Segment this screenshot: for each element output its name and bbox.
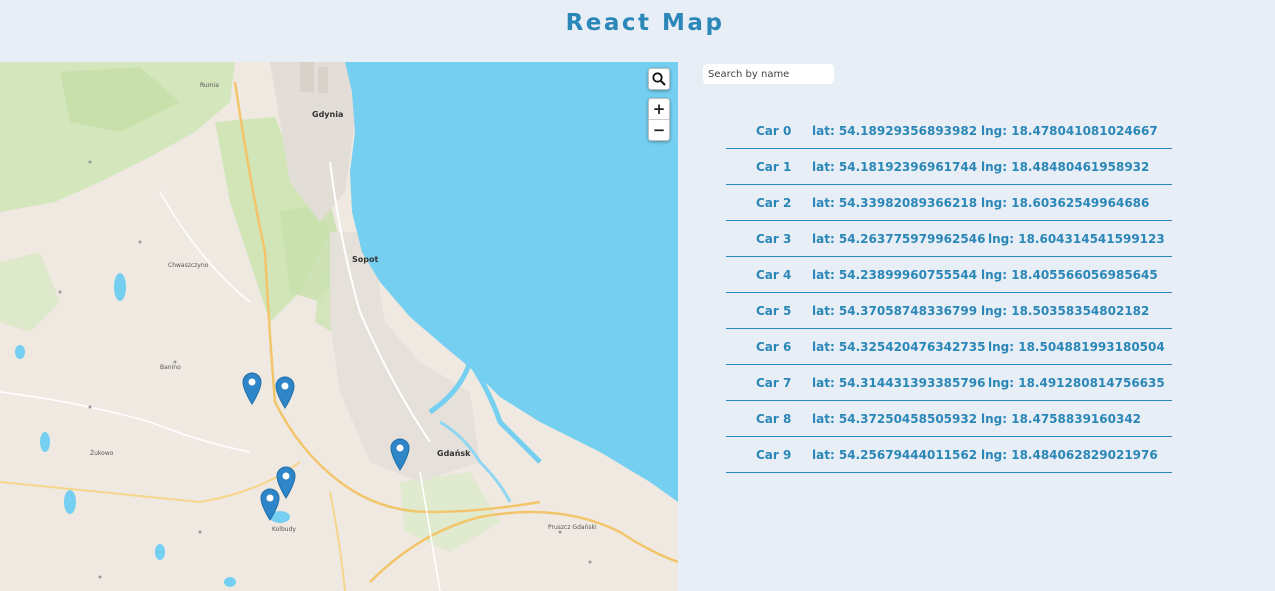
list-item[interactable]: Car 8 lat: 54.37250458505932 lng: 18.475…: [726, 401, 1172, 437]
car-lng: lng: 18.491280814756635: [988, 376, 1165, 390]
car-list: Car 0 lat: 54.18929356893982 lng: 18.478…: [726, 113, 1172, 473]
list-item[interactable]: Car 3 lat: 54.263775979962546 lng: 18.60…: [726, 221, 1172, 257]
car-lat: lat: 54.18192396961744: [812, 160, 978, 174]
list-item[interactable]: Car 5 lat: 54.37058748336799 lng: 18.503…: [726, 293, 1172, 329]
list-item[interactable]: Car 2 lat: 54.33982089366218 lng: 18.603…: [726, 185, 1172, 221]
map-pin-icon[interactable]: [242, 372, 262, 405]
car-lng: lng: 18.4758839160342: [981, 412, 1142, 426]
map-view[interactable]: Gdynia Sopot Gdańsk Żukowo Pruszcz Gdańs…: [0, 62, 678, 591]
car-lat: lat: 54.263775979962546: [812, 232, 986, 246]
car-lng: lng: 18.504881993180504: [988, 340, 1165, 354]
search-input[interactable]: [703, 64, 834, 84]
car-name: Car 2: [756, 196, 792, 210]
list-item[interactable]: Car 6 lat: 54.325420476342735 lng: 18.50…: [726, 329, 1172, 365]
car-lng: lng: 18.478041081024667: [981, 124, 1158, 138]
zoom-control: + −: [648, 98, 670, 141]
page-title: React Map: [565, 10, 725, 36]
list-item[interactable]: Car 1 lat: 54.18192396961744 lng: 18.484…: [726, 149, 1172, 185]
zoom-out-button[interactable]: −: [649, 119, 669, 140]
map-label-chwaszczyno: Chwaszczyno: [168, 262, 209, 269]
car-lng: lng: 18.405566056985645: [981, 268, 1158, 282]
car-name: Car 0: [756, 124, 792, 138]
map-pin-icon[interactable]: [275, 376, 295, 409]
car-name: Car 3: [756, 232, 792, 246]
car-name: Car 6: [756, 340, 792, 354]
car-name: Car 9: [756, 448, 792, 462]
car-lng: lng: 18.50358354802182: [981, 304, 1150, 318]
car-lng: lng: 18.604314541599123: [988, 232, 1165, 246]
car-name: Car 1: [756, 160, 792, 174]
magnifier-icon: [652, 72, 666, 86]
car-name: Car 8: [756, 412, 792, 426]
map-label-banino: Banino: [160, 364, 181, 371]
map-pin-icon[interactable]: [390, 438, 410, 471]
map-label-zukowo: Żukowo: [90, 450, 114, 457]
car-name: Car 4: [756, 268, 792, 282]
map-label-gdansk: Gdańsk: [437, 449, 471, 458]
car-lng: lng: 18.60362549964686: [981, 196, 1150, 210]
car-lat: lat: 54.25679444011562: [812, 448, 978, 462]
map-tiles[interactable]: [0, 62, 678, 591]
zoom-in-button[interactable]: +: [649, 99, 669, 119]
map-label-rumia: Rumia: [200, 82, 219, 89]
map-label-sopot: Sopot: [352, 255, 379, 264]
map-label-gdynia: Gdynia: [312, 110, 344, 119]
map-label-kolbudy: Kolbudy: [272, 526, 296, 533]
car-lat: lat: 54.37250458505932: [812, 412, 978, 426]
car-lng: lng: 18.484062829021976: [981, 448, 1158, 462]
car-lat: lat: 54.314431393385796: [812, 376, 986, 390]
list-item[interactable]: Car 4 lat: 54.23899960755544 lng: 18.405…: [726, 257, 1172, 293]
map-pin-icon[interactable]: [260, 488, 280, 521]
list-item[interactable]: Car 0 lat: 54.18929356893982 lng: 18.478…: [726, 113, 1172, 149]
car-lng: lng: 18.48480461958932: [981, 160, 1150, 174]
map-search-button[interactable]: [648, 68, 670, 90]
car-lat: lat: 54.23899960755544: [812, 268, 978, 282]
list-item[interactable]: Car 7 lat: 54.314431393385796 lng: 18.49…: [726, 365, 1172, 401]
car-name: Car 7: [756, 376, 792, 390]
car-lat: lat: 54.33982089366218: [812, 196, 978, 210]
car-lat: lat: 54.325420476342735: [812, 340, 986, 354]
map-label-pruszcz: Pruszcz Gdański: [548, 524, 597, 531]
list-item[interactable]: Car 9 lat: 54.25679444011562 lng: 18.484…: [726, 437, 1172, 473]
car-name: Car 5: [756, 304, 792, 318]
car-lat: lat: 54.37058748336799: [812, 304, 978, 318]
car-lat: lat: 54.18929356893982: [812, 124, 978, 138]
